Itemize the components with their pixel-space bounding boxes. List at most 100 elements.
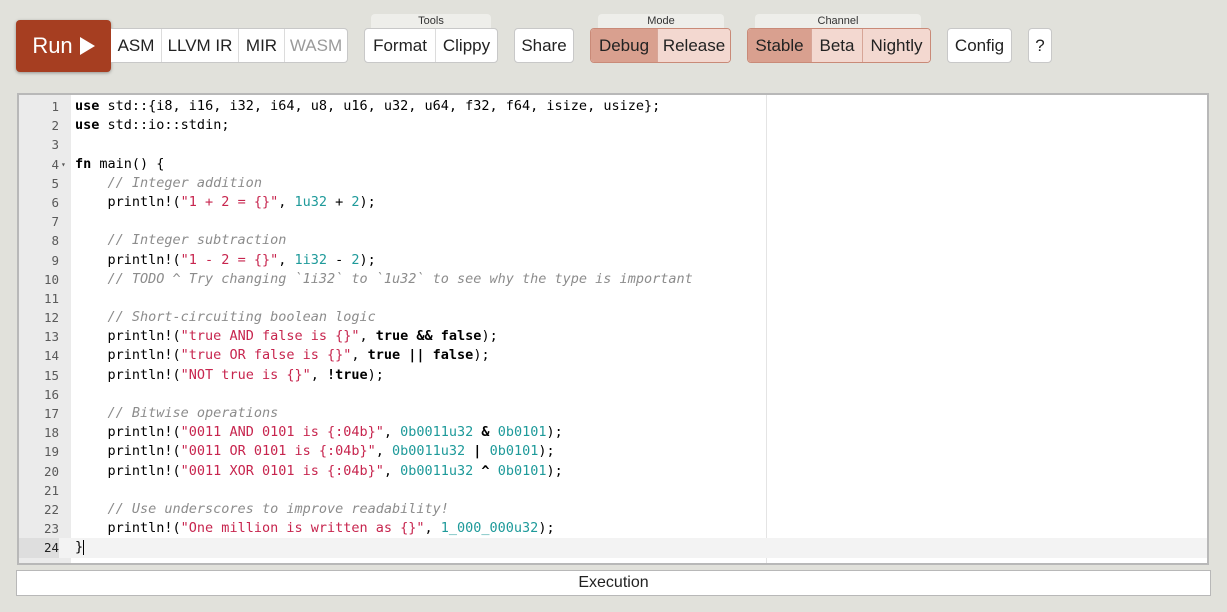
code-token: println!( <box>75 424 181 441</box>
line-number: 23 <box>43 521 59 537</box>
code-token: "true OR false is {}" <box>180 347 352 364</box>
channel-beta-button[interactable]: Beta <box>811 29 862 62</box>
mir-button[interactable]: MIR <box>238 29 284 62</box>
code-text: // Bitwise operations <box>75 404 279 423</box>
code-token: ! <box>326 366 336 383</box>
code-token: main() { <box>91 155 165 172</box>
code-token: // Use underscores to improve readabilit… <box>107 500 449 517</box>
line-number: 8 <box>51 233 59 249</box>
config-button[interactable]: Config <box>948 29 1011 62</box>
line-number: 10 <box>43 271 59 287</box>
code-line[interactable]: 9 println!("1 - 2 = {}", 1i32 - 2); <box>19 251 1207 270</box>
code-line[interactable]: 21 <box>19 481 1207 500</box>
line-number: 17 <box>43 406 59 421</box>
llvm-ir-button[interactable]: LLVM IR <box>161 29 238 62</box>
code-line[interactable]: 8 // Integer subtraction <box>19 231 1207 250</box>
code-token: 2 <box>351 193 360 210</box>
channel-stable-button[interactable]: Stable <box>748 29 811 62</box>
wasm-button[interactable]: WASM <box>284 29 347 62</box>
code-line[interactable]: 3 <box>19 135 1207 154</box>
code-token: // Integer subtraction <box>107 232 287 249</box>
code-line[interactable]: 19 println!("0011 OR 0101 is {:04b}", 0b… <box>19 442 1207 461</box>
code-line[interactable]: 1 use std::{i8, i16, i32, i64, u8, u16, u… <box>19 97 1207 116</box>
mode-label: Mode <box>598 14 724 28</box>
run-button[interactable]: Run <box>16 20 111 72</box>
code-line[interactable]: 13 println!("true AND false is {}", true… <box>19 327 1207 346</box>
code-token: & <box>473 424 490 441</box>
code-line[interactable]: 15 println!("NOT true is {}", !true); <box>19 366 1207 385</box>
code-line[interactable]: 18 println!("0011 AND 0101 is {:04b}", 0… <box>19 423 1207 442</box>
code-token: 1_000_000u32 <box>440 520 539 537</box>
clippy-button[interactable]: Clippy <box>435 29 497 62</box>
code-text: println!("1 - 2 = {}", 1i32 - 2); <box>75 251 376 270</box>
code-token: ); <box>538 520 555 537</box>
code-text: println!("1 + 2 = {}", 1u32 + 2); <box>75 193 376 212</box>
code-token: println!( <box>75 520 181 537</box>
code-token: 0b0011u32 <box>400 424 474 441</box>
format-button[interactable]: Format <box>365 29 435 62</box>
code-line[interactable]: 6 println!("1 + 2 = {}", 1u32 + 2); <box>19 193 1207 212</box>
code-line[interactable]: 7 <box>19 212 1207 231</box>
code-line[interactable]: 10 // TODO ^ Try changing `1i32` to `1u3… <box>19 270 1207 289</box>
code-token: // Short-circuiting boolean logic <box>107 309 376 326</box>
help-button[interactable]: ? <box>1029 29 1051 62</box>
code-text: println!("0011 OR 0101 is {:04b}", 0b001… <box>75 442 555 461</box>
code-token: , <box>359 328 376 345</box>
code-line[interactable]: 24} <box>19 538 1207 558</box>
code-line[interactable]: 4 ▾ fn main() { <box>19 155 1207 174</box>
code-line[interactable]: 14 println!("true OR false is {}", true … <box>19 346 1207 365</box>
code-line[interactable]: 23 println!("One million is written as {… <box>19 519 1207 538</box>
code-token: "1 + 2 = {}" <box>180 193 279 210</box>
code-line[interactable]: 12 // Short-circuiting boolean logic <box>19 308 1207 327</box>
code-text: println!("0011 XOR 0101 is {:04b}", 0b00… <box>75 462 563 481</box>
code-line[interactable]: 22 // Use underscores to improve readabi… <box>19 500 1207 519</box>
execution-panel-button[interactable]: Execution <box>16 570 1211 596</box>
code-token: // TODO ^ Try changing `1i32` to `1u32` … <box>107 270 693 287</box>
line-number: 15 <box>43 367 59 383</box>
line-number: 1 <box>51 99 59 114</box>
code-line[interactable]: 5 // Integer addition <box>19 174 1207 193</box>
code-token: use <box>75 117 100 134</box>
code-text: use std::{i8, i16, i32, i64, u8, u16, u3… <box>75 97 660 116</box>
code-line[interactable]: 20 println!("0011 XOR 0101 is {:04b}", 0… <box>19 462 1207 481</box>
asm-button[interactable]: ASM <box>111 29 161 62</box>
code-line[interactable]: 2 use std::io::stdin; <box>19 116 1207 135</box>
code-token: println!( <box>75 366 181 383</box>
code-text: // Integer subtraction <box>75 231 287 250</box>
run-button-label: Run <box>32 33 73 58</box>
code-lines[interactable]: 1 use std::{i8, i16, i32, i64, u8, u16, u… <box>19 97 1207 558</box>
channel-nightly-button[interactable]: Nightly <box>862 29 930 62</box>
code-text: // Use underscores to improve readabilit… <box>75 500 449 519</box>
code-token: false <box>432 328 482 345</box>
code-token: 0b0101 <box>497 424 547 441</box>
code-text: println!("true OR false is {}", true || … <box>75 346 490 365</box>
code-token: println!( <box>75 347 181 364</box>
code-token: , <box>424 520 441 537</box>
code-token: println!( <box>75 443 181 460</box>
code-token: | <box>465 443 482 460</box>
fold-arrow-icon[interactable]: ▾ <box>61 155 66 174</box>
code-line[interactable]: 11 <box>19 289 1207 308</box>
line-number: 11 <box>43 290 59 306</box>
code-editor[interactable]: 1 use std::{i8, i16, i32, i64, u8, u16, u… <box>17 93 1209 565</box>
code-line[interactable]: 16 <box>19 385 1207 404</box>
mode-debug-button[interactable]: Debug <box>591 29 657 62</box>
code-text: } <box>75 538 85 557</box>
code-token: "0011 OR 0101 is {:04b}" <box>180 443 376 460</box>
tools-label: Tools <box>371 14 491 28</box>
code-line[interactable]: 17 // Bitwise operations <box>19 404 1207 423</box>
line-number: 7 <box>51 214 59 230</box>
channel-label: Channel <box>755 14 921 28</box>
code-token: ); <box>473 347 490 364</box>
line-number: 4 <box>51 156 59 172</box>
code-text: println!("One million is written as {}",… <box>75 519 555 538</box>
share-button[interactable]: Share <box>515 29 573 62</box>
mode-release-button[interactable]: Release <box>657 29 730 62</box>
line-number: 20 <box>43 463 59 479</box>
